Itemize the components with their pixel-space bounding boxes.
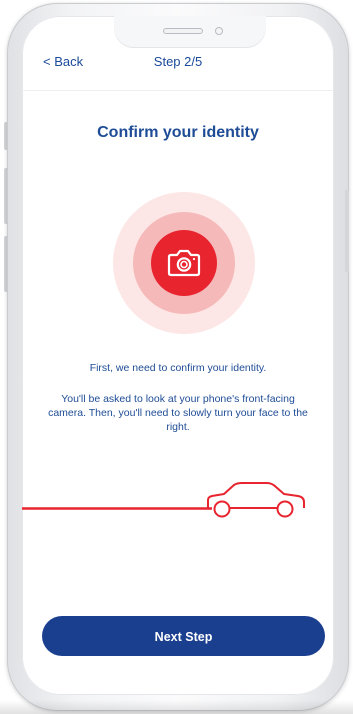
next-step-button[interactable]: Next Step [42,616,325,656]
step-indicator: Step 2/5 [153,54,203,69]
bottom-shadow [0,700,353,714]
car-illustration [22,482,305,518]
front-camera-dot [215,27,223,35]
phone-power-button [345,190,349,272]
phone-screen: < Back Step 2/5 Confirm your identity Fi… [22,16,334,695]
header-bar: < Back Step 2/5 [22,54,334,90]
intro-text: First, we need to confirm your identity. [89,362,267,374]
car-icon [207,482,305,518]
camera-illustration [113,192,255,334]
page-title: Confirm your identity [97,124,259,141]
instructions-text: You'll be asked to look at your phone's … [48,393,308,433]
camera-icon [167,249,201,277]
header-divider [22,90,334,91]
phone-notch [114,16,266,48]
earpiece-speaker [163,28,203,34]
